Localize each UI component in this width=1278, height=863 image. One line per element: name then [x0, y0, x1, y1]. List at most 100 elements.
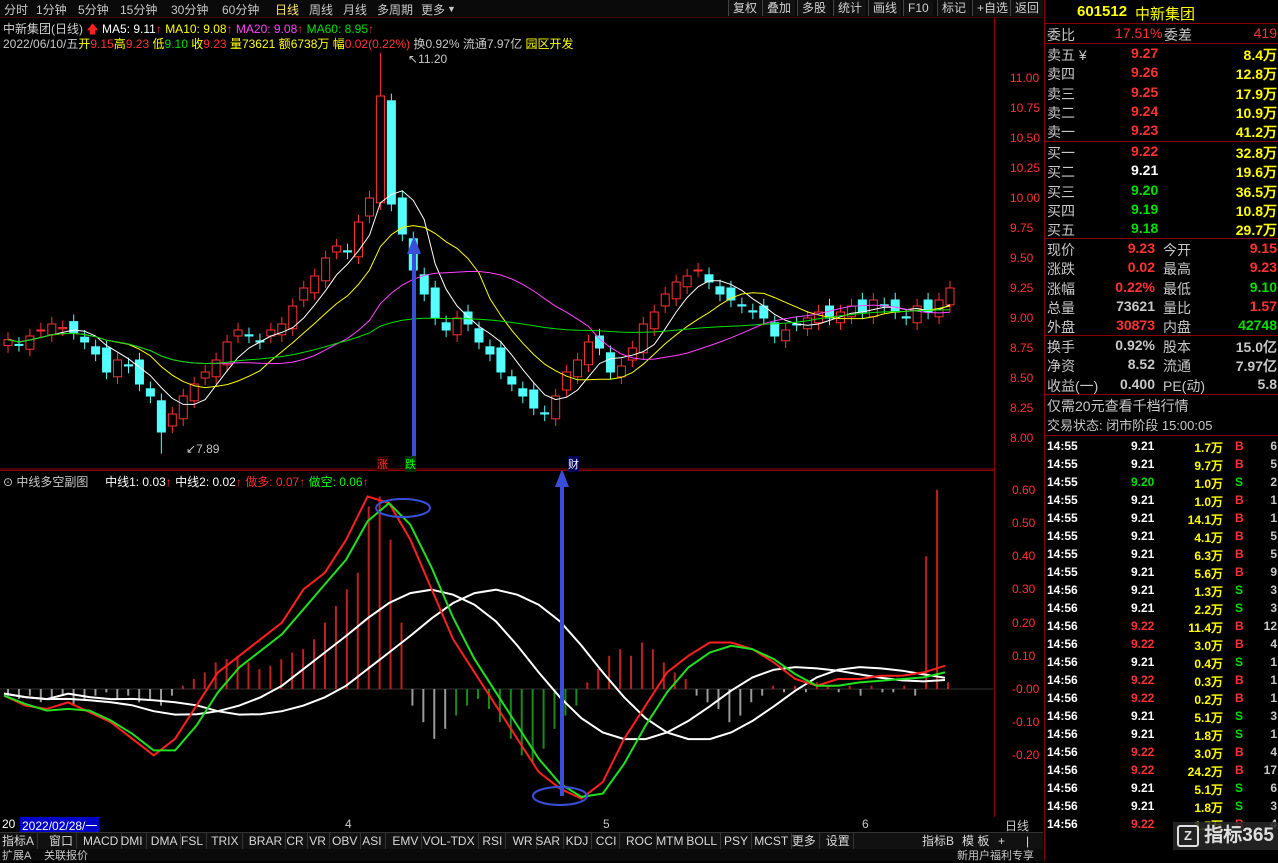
indicator-tab[interactable]: BRAR — [249, 833, 287, 850]
tick-time: 14:56 — [1047, 817, 1078, 831]
period-tab-15min[interactable]: 15分钟 — [120, 1, 157, 18]
period-tab-monthly[interactable]: 月线 — [343, 1, 367, 18]
indicator-tab[interactable]: FSL — [181, 833, 208, 850]
bid-row[interactable]: 买五 9.18 29.7万 — [1045, 220, 1278, 238]
indicator-title[interactable]: 中线多空副图 — [16, 475, 88, 489]
stat-label: 净资 — [1047, 358, 1075, 375]
indicator-tab[interactable]: KDJ — [566, 833, 593, 850]
close-value: 9.23 — [203, 37, 227, 51]
promo-text[interactable]: 仅需20元查看千档行情 — [1047, 396, 1189, 416]
indicator-tab[interactable]: 更多 — [792, 833, 820, 850]
ask-row[interactable]: 卖二 9.24 10.9万 — [1045, 103, 1278, 121]
tick-price: 9.22 — [1131, 817, 1155, 831]
bid-row[interactable]: 买二 9.21 19.6万 — [1045, 162, 1278, 180]
tick-time: 14:56 — [1047, 637, 1078, 651]
period-tab-more[interactable]: 更多 — [421, 1, 445, 18]
up-arrow-icon: 🡅 — [86, 22, 99, 36]
period-tab-1min[interactable]: 1分钟 — [36, 1, 67, 18]
finance-marker[interactable]: 财 — [568, 456, 579, 472]
ask-row[interactable]: 卖三 9.25 17.9万 — [1045, 84, 1278, 102]
period-tab-fenshi[interactable]: 分时 — [4, 1, 28, 18]
indicator-tab[interactable]: OBV — [332, 833, 362, 850]
indicator-tab[interactable]: WR — [513, 833, 537, 850]
overlay-button[interactable]: 叠加 — [762, 0, 796, 16]
tick-row: 14:55 9.21 5.6万 B 9 — [1045, 563, 1278, 581]
indicator-tab[interactable]: CCI — [596, 833, 621, 850]
tick-volume: 9.7万 — [1194, 459, 1223, 473]
indicator-tick-label: -0.00 — [1012, 682, 1040, 696]
kline-pane[interactable]: 中新集团(日线) 🡅 MA5: 9.11↑ MA10: 9.08↑ MA20: … — [0, 18, 1040, 472]
indicator-tab[interactable]: BOLL — [686, 833, 722, 850]
mark-button[interactable]: 标记 — [937, 0, 971, 16]
candle-body — [945, 287, 955, 306]
tick-volume: 5.1万 — [1194, 711, 1223, 725]
indicator-tab[interactable]: PSY — [724, 833, 753, 850]
indicator-tab[interactable]: VOL-TDX — [423, 833, 479, 850]
multi-stock-button[interactable]: 多股 — [797, 0, 831, 16]
indicator-tab[interactable]: ROC — [626, 833, 657, 850]
stats-button[interactable]: 统计 — [833, 0, 867, 16]
tick-direction: S — [1235, 799, 1244, 813]
sector-link[interactable]: 园区开发 — [526, 37, 574, 51]
promo-row[interactable]: 仅需20元查看千档行情 — [1045, 396, 1278, 414]
candle-body — [419, 274, 429, 295]
indicator-tab[interactable]: VR — [309, 833, 330, 850]
period-tab-daily[interactable]: 日线 — [275, 1, 299, 18]
indicator-tab[interactable]: DMA — [151, 833, 182, 850]
period-tab-30min[interactable]: 30分钟 — [171, 1, 208, 18]
f10-button[interactable]: F10 — [903, 0, 933, 16]
indicator-tab[interactable]: MACD — [83, 833, 123, 850]
tick-volume: 2.2万 — [1194, 603, 1223, 617]
indicator-tab[interactable]: MCST — [754, 833, 793, 850]
candle-body — [485, 346, 495, 355]
stat-value: 0.22% — [1115, 278, 1155, 295]
indicator-tab[interactable]: RSI — [482, 833, 507, 850]
indicator-tab[interactable]: MTM — [656, 833, 688, 850]
chevron-down-icon[interactable]: ⊙ — [3, 475, 13, 489]
tick-row: 14:56 9.21 1.3万 S 3 — [1045, 581, 1278, 599]
depth-label: 卖五 ¥ — [1047, 47, 1087, 63]
period-tab-60min[interactable]: 60分钟 — [222, 1, 259, 18]
candle-body — [200, 371, 210, 379]
add-watchlist-button[interactable]: +自选 — [972, 0, 1013, 16]
candle-body — [671, 281, 681, 300]
kline-chart[interactable] — [0, 18, 994, 470]
indicator-tab[interactable]: EMV — [392, 833, 423, 850]
draw-line-button[interactable]: 画线 — [868, 0, 902, 16]
period-tab-5min[interactable]: 5分钟 — [78, 1, 109, 18]
candle-body — [343, 250, 353, 253]
tick-price: 9.21 — [1131, 493, 1155, 507]
rise-marker[interactable]: 涨 — [377, 456, 388, 472]
chevron-down-icon[interactable]: ▼ — [447, 4, 456, 14]
depth-volume: 36.5万 — [1235, 183, 1277, 200]
indicator-pane[interactable]: ⊙ 中线多空副图 中线1: 0.03↑ 中线2: 0.02↑ 做多: 0.07↑… — [0, 471, 1039, 817]
tick-direction: S — [1235, 655, 1244, 669]
bid-row[interactable]: 买四 9.19 10.8万 — [1045, 201, 1278, 219]
ask-row[interactable]: 卖五 ¥ 9.27 8.4万 — [1045, 45, 1278, 63]
candle-body — [474, 328, 484, 343]
indicator-tab[interactable]: SAR — [535, 833, 565, 850]
period-tab-weekly[interactable]: 周线 — [309, 1, 333, 18]
indicator-tab[interactable]: ASI — [362, 833, 386, 850]
tick-row: 14:56 9.22 24.2万 B 17 — [1045, 761, 1278, 779]
back-button[interactable]: 返回 — [1010, 0, 1044, 16]
stat-row: 收益(一) 0.400 PE(动) 5.8 — [1045, 376, 1278, 394]
depth-label: 买三 — [1047, 183, 1075, 200]
bid-row[interactable]: 买三 9.20 36.5万 — [1045, 182, 1278, 200]
indicator-tab[interactable]: DMI — [121, 833, 147, 850]
tick-time: 14:56 — [1047, 799, 1078, 813]
ask-row[interactable]: 卖四 9.26 12.8万 — [1045, 64, 1278, 82]
peak-price-label: ↖11.20 — [408, 52, 448, 66]
period-tab-multi[interactable]: 多周期 — [377, 1, 413, 18]
indicator-chart[interactable] — [0, 471, 994, 816]
bid-row[interactable]: 买一 9.22 32.8万 — [1045, 143, 1278, 161]
stat-row: 现价 9.23 今开 9.15 — [1045, 240, 1278, 258]
indicator-tab[interactable]: TRIX — [211, 833, 243, 850]
ask-row[interactable]: 卖一 9.23 41.2万 — [1045, 122, 1278, 140]
indicator-tab[interactable]: 设置 — [826, 833, 854, 850]
candle-body — [890, 299, 900, 313]
indicator-tab[interactable]: CR — [286, 833, 308, 850]
fuquan-button[interactable]: 复权 — [728, 0, 762, 16]
fall-marker[interactable]: 跌 — [405, 456, 416, 472]
indicator-tab-right[interactable]: 指标B — [922, 833, 954, 850]
